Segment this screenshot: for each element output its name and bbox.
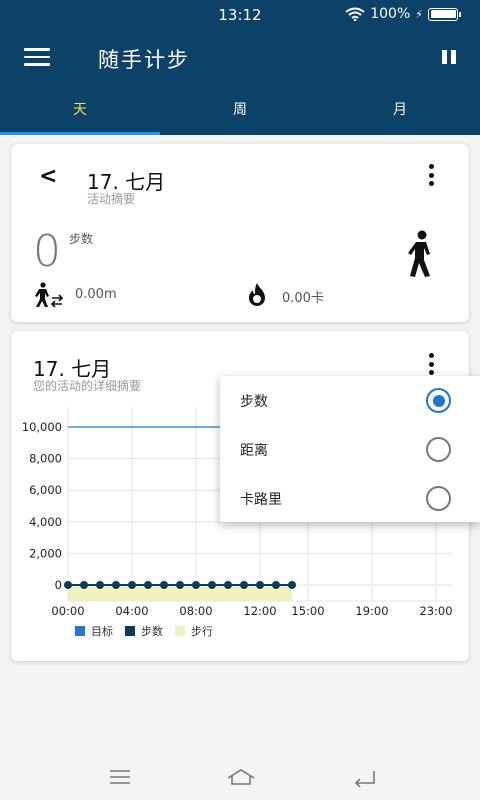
distance-value: 0.00m [75, 287, 117, 302]
steps-point [176, 581, 184, 589]
steps-point [160, 581, 168, 589]
tab-week[interactable]: 周 [160, 88, 320, 135]
popup-option-label: 距离 [240, 443, 268, 459]
tab-day[interactable]: 天 [0, 88, 160, 135]
chevron-left-icon[interactable]: < [39, 164, 57, 189]
popup-option-steps[interactable]: 步数 [220, 376, 480, 425]
distance-icon [35, 282, 64, 308]
y-tick-label: 4,000 [29, 515, 62, 529]
y-tick-label: 8,000 [29, 452, 62, 466]
legend-swatch [75, 626, 85, 636]
popup-option-distance[interactable]: 距离 [220, 425, 480, 474]
steps-point [288, 581, 296, 589]
x-tick-label: 08:00 [179, 604, 212, 618]
app-title: 随手计步 [98, 48, 190, 72]
steps-point [272, 581, 280, 589]
steps-point [128, 581, 136, 589]
legend-label: 步数 [141, 625, 163, 638]
steps-point [112, 581, 120, 589]
status-bar: 13:12 100% ⚡ [0, 0, 480, 28]
hamburger-menu-icon[interactable] [24, 48, 50, 66]
y-tick-label: 6,000 [29, 483, 62, 497]
steps-point [64, 581, 72, 589]
battery-icon [428, 7, 461, 21]
x-tick-label: 04:00 [115, 604, 148, 618]
legend-item-walking: 步行 [175, 623, 213, 639]
menu-nav-icon[interactable] [108, 767, 132, 787]
radio-button[interactable] [426, 437, 451, 462]
more-vert-icon[interactable] [428, 353, 434, 375]
x-tick-label: 12:00 [243, 604, 276, 618]
detail-subtitle: 您的活动的详细摘要 [33, 379, 142, 393]
steps-label: 步数 [69, 232, 94, 246]
popup-option-calories[interactable]: 卡路里 [220, 474, 480, 523]
pause-icon[interactable] [442, 50, 456, 64]
summary-card: < 17. 七月 活动摘要 0 步数 0.00m 0.00卡 [11, 144, 469, 322]
wifi-icon [345, 7, 365, 21]
system-nav-bar [0, 757, 480, 800]
legend-item-steps: 步数 [125, 623, 163, 639]
charging-icon: ⚡ [415, 7, 423, 21]
flame-icon [249, 283, 265, 306]
steps-point [144, 581, 152, 589]
x-tick-label: 19:00 [355, 604, 388, 618]
y-tick-label: 10,000 [22, 420, 62, 434]
status-right: 100% ⚡ [345, 6, 461, 22]
battery-percent: 100% [370, 6, 411, 22]
steps-point [192, 581, 200, 589]
popup-option-label: 卡路里 [240, 492, 282, 508]
steps-point [224, 581, 232, 589]
steps-point [240, 581, 248, 589]
x-tick-label: 00:00 [51, 604, 84, 618]
period-tabs: 天 周 月 [0, 88, 480, 135]
summary-subtitle: 活动摘要 [87, 192, 136, 206]
calories-value: 0.00卡 [282, 291, 324, 306]
walking-person-icon [408, 230, 430, 277]
more-vert-icon[interactable] [428, 164, 434, 186]
legend-swatch [125, 626, 135, 636]
steps-count: 0 [33, 226, 61, 277]
tab-month[interactable]: 月 [320, 88, 480, 135]
steps-point [80, 581, 88, 589]
legend-label: 步行 [191, 625, 213, 638]
radio-button[interactable] [426, 388, 451, 413]
back-nav-icon[interactable] [352, 767, 378, 787]
legend-swatch [175, 626, 185, 636]
steps-point [256, 581, 264, 589]
app-bar: 随手计步 [0, 28, 480, 88]
legend-label: 目标 [91, 625, 113, 638]
metric-popup-menu: 步数 距离 卡路里 [220, 376, 480, 522]
legend-item-goal: 目标 [75, 623, 113, 639]
radio-button[interactable] [426, 486, 451, 511]
chart-legend: 目标 步数 步行 [75, 623, 213, 639]
y-tick-label: 2,000 [29, 546, 62, 560]
steps-point [208, 581, 216, 589]
home-nav-icon[interactable] [226, 767, 256, 787]
steps-point [96, 581, 104, 589]
x-tick-label: 23:00 [419, 604, 452, 618]
y-tick-label: 0 [55, 578, 62, 592]
x-tick-label: 15:00 [291, 604, 324, 618]
popup-option-label: 步数 [240, 394, 268, 410]
